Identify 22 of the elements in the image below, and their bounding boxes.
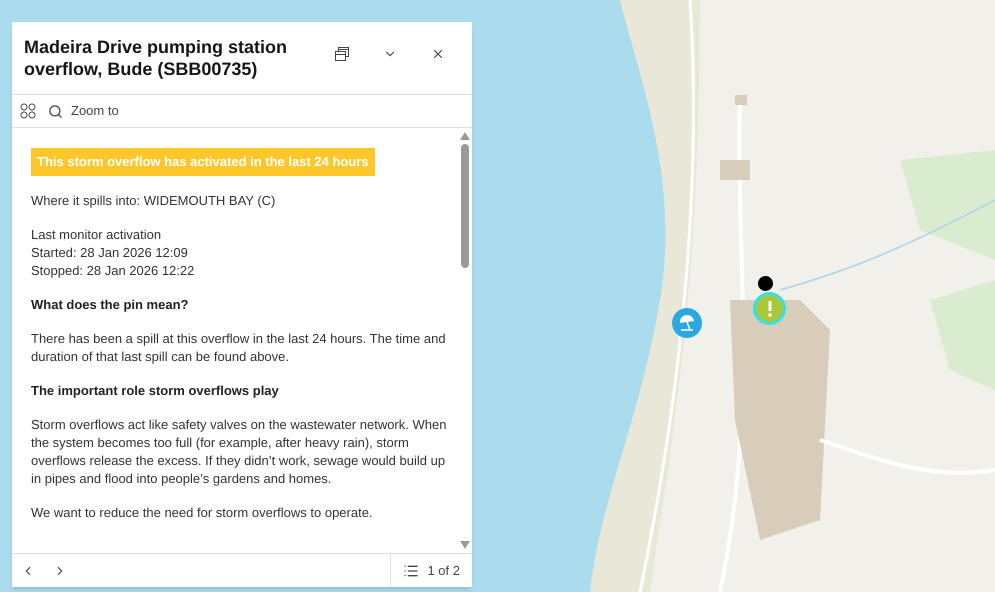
section-heading: What does the pin mean? [31,296,190,314]
section-heading: The important role storm overflows play [31,382,280,400]
list-icon [403,562,420,578]
options-button[interactable] [20,103,36,119]
scroll-down-icon[interactable] [460,541,470,549]
zoom-in-icon [48,104,63,118]
body-text: Last monitor activation [31,226,162,244]
close-icon [431,47,445,61]
alert-banner: This storm overflow has activated in the last 24 hours [31,148,375,176]
grid-icon [20,103,36,119]
popup-title: Madeira Drive pumping station overflow, Bude (SBB00735) [24,36,288,80]
scrollbar-thumb[interactable] [461,144,469,268]
body-text: There has been a spill at this overflow in the last 24 hours. The time and duration of that last spill can be found above. [31,330,447,366]
feature-list-button[interactable]: 1 of 2 [390,554,472,587]
zoom-to-button[interactable]: Zoom to [48,101,119,121]
body-text: We want to reduce the need for storm overflows to operate. [31,504,374,522]
scroll-up-icon[interactable] [460,132,470,140]
body-text: Storm overflows act like safety valves on the wastewater network. When the system becomes too full (for example, after heavy rain), storm overflows release the excess. If they didn’t work, sewage would build up in pipes and flood into people’s gardens and homes. [31,416,448,488]
body-text: Where it spills into: WIDEMOUTH BAY (C) [31,192,276,210]
body-text: Started: 28 Jan 2026 12:09 [31,244,189,262]
dock-icon [334,46,350,62]
body-text: Stopped: 28 Jan 2026 12:22 [31,262,196,280]
